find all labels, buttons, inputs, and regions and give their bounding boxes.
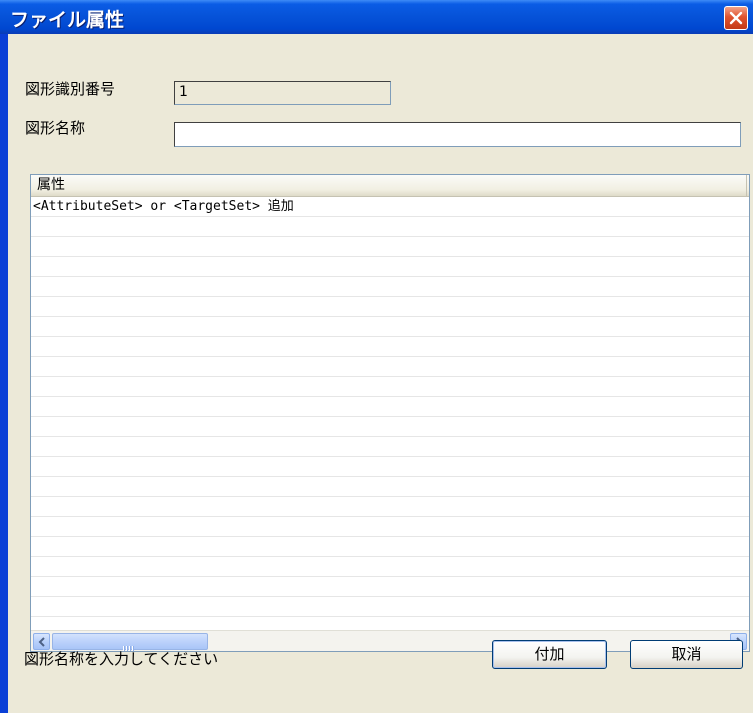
list-body: <AttributeSet> or <TargetSet> 追加 bbox=[31, 197, 749, 629]
dialog-window: ファイル属性 図形識別番号 1 図形名称 属性 <AttributeSet> o… bbox=[0, 0, 753, 713]
name-input[interactable] bbox=[174, 122, 741, 147]
add-button[interactable]: 付加 bbox=[492, 640, 607, 669]
id-field: 1 bbox=[174, 81, 391, 105]
column-header-attribute[interactable]: 属性 bbox=[31, 175, 747, 196]
id-label: 図形識別番号 bbox=[25, 80, 116, 98]
list-header: 属性 bbox=[31, 175, 749, 197]
arrow-left-icon bbox=[38, 637, 45, 647]
cancel-button[interactable]: 取消 bbox=[630, 640, 743, 669]
list-item[interactable]: <AttributeSet> or <TargetSet> 追加 bbox=[31, 197, 749, 216]
close-icon bbox=[729, 11, 743, 25]
title-bar[interactable]: ファイル属性 bbox=[0, 0, 753, 34]
status-message: 図形名称を入力してください bbox=[24, 650, 219, 668]
close-button[interactable] bbox=[724, 6, 748, 30]
attribute-list[interactable]: 属性 <AttributeSet> or <TargetSet> 追加 bbox=[30, 174, 750, 652]
dialog-body: 図形識別番号 1 図形名称 属性 <AttributeSet> or <Targ… bbox=[8, 34, 753, 713]
name-label: 図形名称 bbox=[25, 119, 86, 137]
window-title: ファイル属性 bbox=[10, 9, 125, 31]
